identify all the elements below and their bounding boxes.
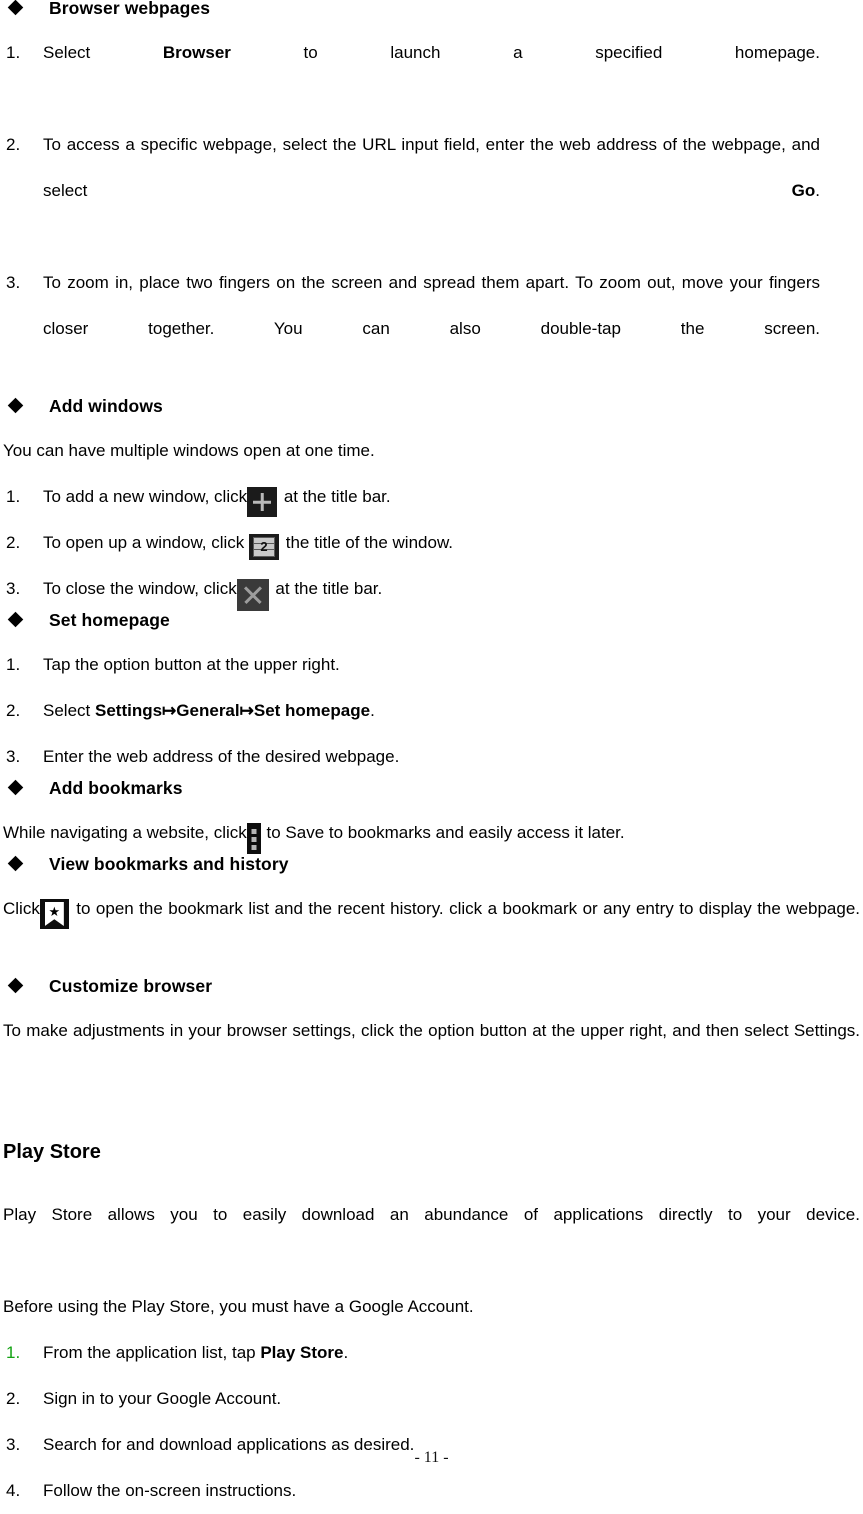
- arrow-icon: ↦: [239, 701, 254, 720]
- section-heading-label: Customize browser: [49, 976, 213, 996]
- list-item: 2. To access a specific webpage, select …: [3, 122, 860, 260]
- text-run: the title of the window.: [281, 533, 454, 552]
- diamond-icon: [7, 977, 24, 994]
- section-heading-label: Set homepage: [49, 610, 170, 630]
- text-run: at the title bar.: [279, 487, 391, 506]
- list-number: 2.: [6, 1389, 21, 1408]
- page-title-play-store: Play Store: [3, 1141, 101, 1163]
- section-heading-add-windows: Add windows: [3, 396, 860, 428]
- section-heading-label: Add bookmarks: [49, 778, 183, 798]
- section-heading-view-bookmarks-and-history: View bookmarks and history: [3, 854, 860, 886]
- list-item: 2. Select Settings↦General↦Set homepage.: [3, 688, 860, 734]
- list-item: 3. To close the window, click at the tit…: [3, 566, 860, 612]
- play-store-intro-line-2: Before using the Play Store, you must ha…: [3, 1297, 474, 1316]
- bold-term: Browser: [162, 43, 231, 62]
- list-text: To access a specific webpage, select the…: [43, 122, 820, 260]
- section-heading-customize-browser: Customize browser: [3, 976, 860, 1008]
- text-run: From the application list, tap: [43, 1343, 261, 1362]
- list-item: 1. Select Browser to launch a specified …: [3, 30, 860, 122]
- text-run: to open the bookmark list and the recent…: [70, 899, 860, 918]
- menu-path-settings: Settings: [94, 701, 163, 720]
- list-number: 3.: [6, 273, 21, 292]
- list-text: Follow the on-screen instructions.: [43, 1481, 297, 1500]
- text-run: To close the window, click: [43, 579, 237, 598]
- arrow-icon: ↦: [162, 701, 177, 720]
- list-text: To zoom in, place two fingers on the scr…: [43, 273, 820, 338]
- diamond-icon: [7, 855, 24, 872]
- list-item: 1. From the application list, tap Play S…: [3, 1330, 860, 1376]
- text-run: While navigating a website, click: [3, 823, 247, 842]
- bold-term: Play Store: [260, 1343, 344, 1362]
- bookmark-star-icon: ★: [39, 899, 69, 930]
- list-text: Sign in to your Google Account.: [43, 1389, 282, 1408]
- list-number: 2.: [6, 701, 21, 720]
- diamond-icon: [7, 779, 24, 796]
- view-bookmarks-body: Click ★ to open the bookmark list and the…: [3, 886, 860, 978]
- list-text: From the application list, tap Play Stor…: [43, 1330, 820, 1376]
- bold-term: Go: [791, 181, 816, 200]
- play-store-intro-line-1: Play Store allows you to easily download…: [3, 1205, 860, 1224]
- list-text: Select Browser to launch a specified hom…: [43, 30, 820, 122]
- list-text: Enter the web address of the desired web…: [43, 747, 400, 766]
- text-run: To add a new window, click: [43, 487, 248, 506]
- list-item: 1. To add a new window, click at the tit…: [3, 474, 860, 520]
- text-run: to Save to bookmarks and easily access i…: [261, 823, 625, 842]
- add-bookmarks-body: While navigating a website, click to Sav…: [3, 810, 860, 856]
- list-number: 1.: [6, 655, 21, 674]
- list-item: 3. To zoom in, place two fingers on the …: [3, 260, 860, 398]
- diamond-icon: [7, 397, 24, 414]
- list-text: To close the window, click at the title …: [43, 566, 820, 612]
- list-text: Select Settings↦General↦Set homepage.: [43, 688, 820, 734]
- text-run: to launch a specified homepage.: [230, 43, 820, 62]
- text-run: Click: [3, 899, 40, 918]
- list-item: 1. Tap the option button at the upper ri…: [3, 642, 860, 688]
- text-run: Select: [43, 43, 163, 62]
- list-text: To add a new window, click at the title …: [43, 474, 820, 520]
- list-number: 1.: [6, 1343, 21, 1362]
- section-heading-label: Browser webpages: [49, 0, 211, 18]
- list-text: Tap the option button at the upper right…: [43, 655, 340, 674]
- list-item: 4. Follow the on-screen instructions.: [3, 1468, 860, 1514]
- text-run: .: [343, 1343, 349, 1362]
- list-number: 2.: [6, 533, 21, 552]
- close-x-icon: [236, 578, 269, 611]
- section-heading-add-bookmarks: Add bookmarks: [3, 778, 860, 810]
- window-count-label: 2: [260, 539, 268, 555]
- section-heading-label: View bookmarks and history: [49, 854, 289, 874]
- list-number: 1.: [6, 487, 21, 506]
- list-item: 2. Sign in to your Google Account.: [3, 1376, 860, 1422]
- section-heading-set-homepage: Set homepage: [3, 610, 860, 642]
- menu-path-set-homepage: Set homepage: [253, 701, 371, 720]
- list-text: To open up a window, click 2 the title o…: [43, 520, 820, 566]
- text-run: .: [815, 181, 820, 200]
- customize-browser-body: To make adjustments in your browser sett…: [3, 1021, 860, 1040]
- list-item: 3. Enter the web address of the desired …: [3, 734, 860, 780]
- diamond-icon: [7, 0, 24, 16]
- text-run: .: [370, 701, 375, 720]
- list-number: 2.: [6, 135, 21, 154]
- list-item: 2. To open up a window, click 2 the titl…: [3, 520, 860, 566]
- text-run: at the title bar.: [270, 579, 383, 598]
- overflow-menu-icon: [246, 823, 261, 855]
- document-page: Browser webpages 1. Select Browser to la…: [0, 0, 863, 1500]
- page-number-footer: - 11 -: [414, 1449, 449, 1466]
- menu-path-general: General: [176, 701, 240, 720]
- section-intro-text: You can have multiple windows open at on…: [3, 441, 375, 460]
- text-run: Select: [43, 701, 95, 720]
- list-number: 3.: [6, 747, 21, 766]
- diamond-icon: [7, 611, 24, 628]
- list-number: 3.: [6, 579, 21, 598]
- section-heading-label: Add windows: [49, 396, 163, 416]
- plus-icon: [247, 487, 278, 518]
- list-number: 4.: [6, 1481, 21, 1500]
- section-heading-browser-webpages: Browser webpages: [3, 0, 860, 30]
- text-run: To access a specific webpage, select the…: [43, 135, 820, 200]
- text-run: To open up a window, click: [43, 533, 250, 552]
- windows-count-icon: 2: [249, 534, 280, 561]
- list-number: 1.: [6, 43, 21, 62]
